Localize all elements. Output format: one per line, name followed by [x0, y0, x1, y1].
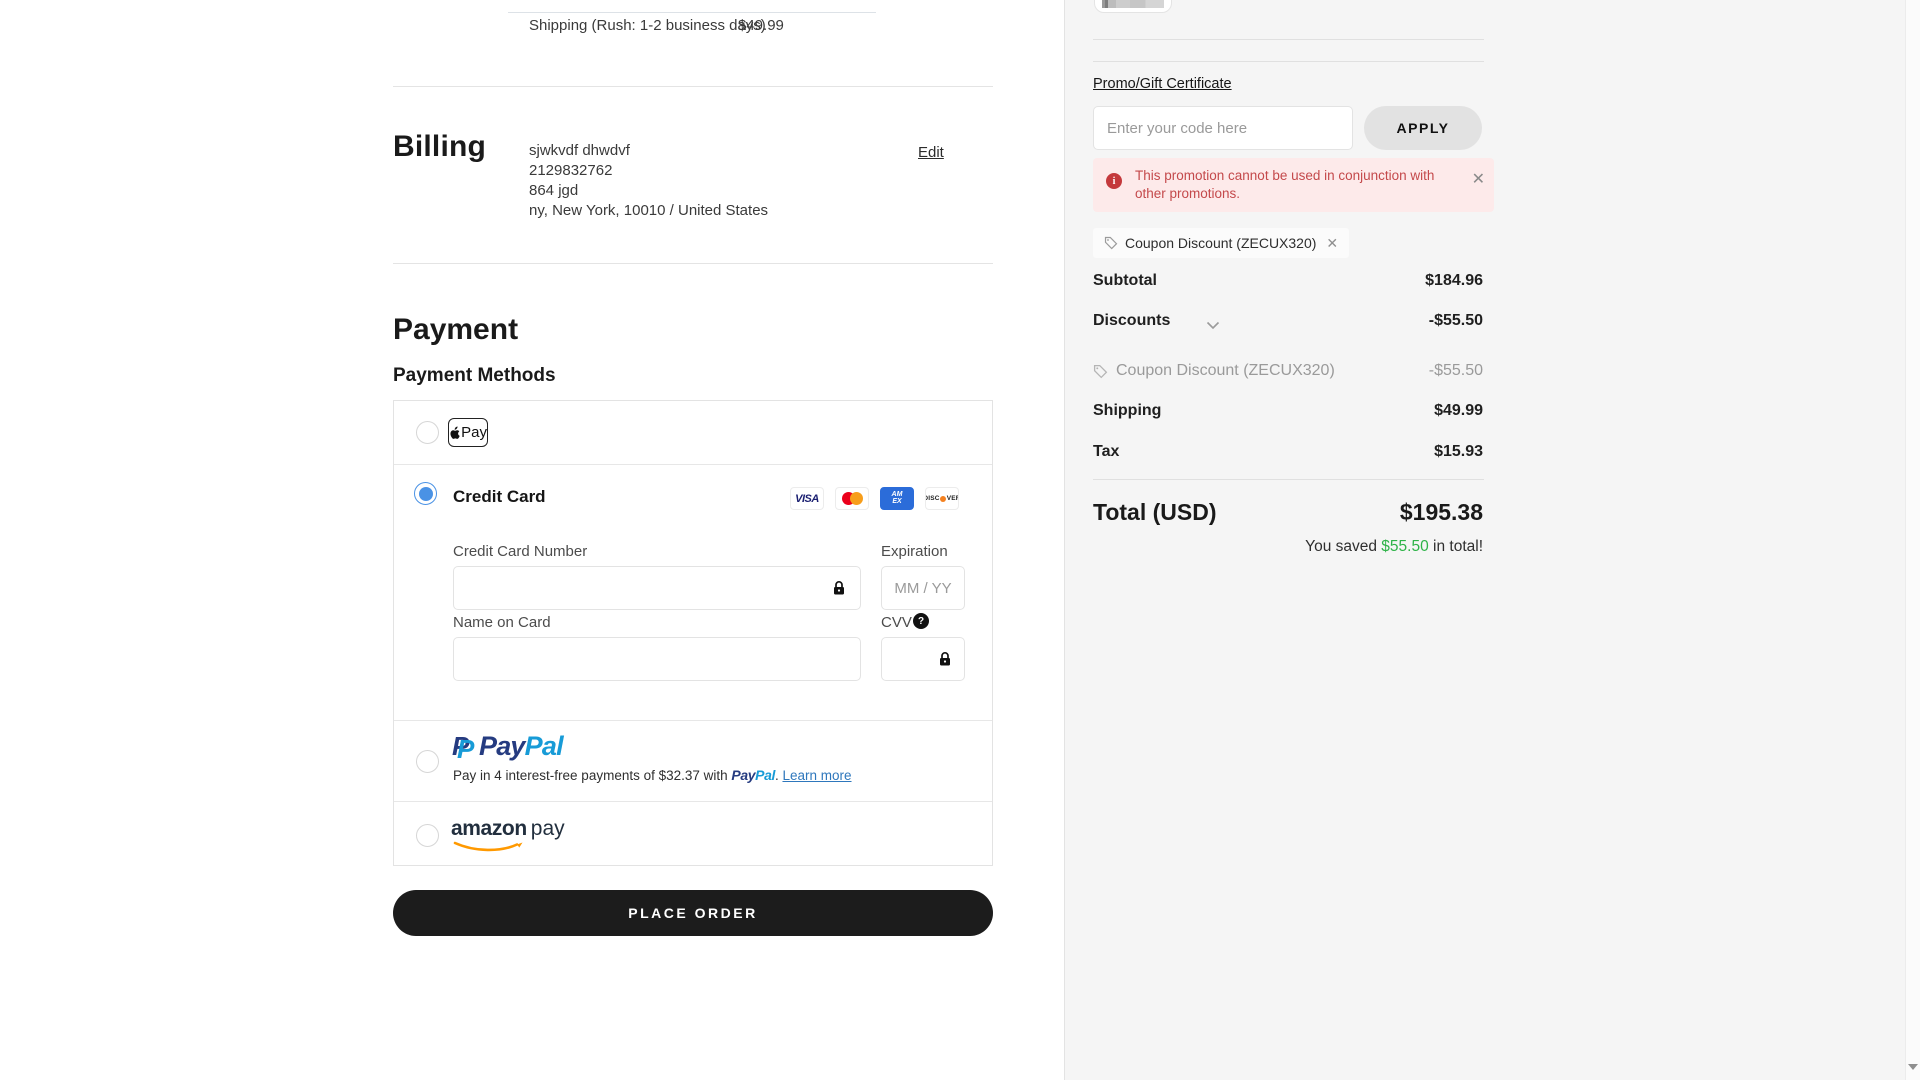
applied-coupon-chip: Coupon Discount (ZECUX320) ✕: [1093, 228, 1349, 258]
cvv-label: CVV: [881, 614, 912, 631]
tag-icon: [1104, 236, 1118, 250]
coupon-chip-label: Coupon Discount (ZECUX320): [1125, 235, 1316, 251]
shipping-value: $49.99: [1434, 402, 1483, 420]
applepay-button-label: Pay: [461, 424, 487, 441]
name-on-card-label: Name on Card: [453, 614, 551, 631]
creditcard-label: Credit Card: [453, 487, 546, 507]
paypal-monogram-icon: P P: [451, 731, 475, 761]
discover-icon: DISCVER: [925, 487, 959, 510]
total-divider: [1093, 479, 1484, 480]
page-scrollbar[interactable]: [1905, 0, 1920, 1080]
billing-bottom-divider: [393, 263, 993, 264]
coupon-discount-row-label: Coupon Discount (ZECUX320): [1093, 362, 1335, 380]
paypal-method-row[interactable]: P P PayPal Pay in 4 interest-free paymen…: [394, 721, 992, 801]
cvv-help-icon[interactable]: ?: [913, 613, 929, 629]
paypal-learn-more-link[interactable]: Learn more: [782, 768, 851, 783]
total-value: $195.38: [1400, 499, 1483, 526]
applepay-method-row[interactable]: Pay: [394, 401, 992, 464]
amazon-smile-icon: [453, 840, 525, 858]
paypal-radio[interactable]: [416, 750, 439, 773]
card-number-label: Credit Card Number: [453, 543, 587, 560]
discounts-value: -$55.50: [1429, 312, 1483, 330]
name-on-card-input[interactable]: [453, 637, 861, 681]
scrollbar-down-arrow-icon[interactable]: [1908, 1064, 1918, 1070]
billing-name: sjwkvdf dhwdvf: [529, 141, 768, 161]
applepay-button[interactable]: Pay: [448, 418, 488, 447]
promo-error-text: This promotion cannot be used in conjunc…: [1135, 167, 1460, 203]
order-review-divider: [508, 12, 876, 13]
visa-icon: VISA: [790, 487, 824, 510]
amex-icon: AMEX: [880, 487, 914, 510]
shipping-label: Shipping: [1093, 402, 1161, 420]
place-order-button[interactable]: PLACE ORDER: [393, 890, 993, 936]
paypal-tagline: Pay in 4 interest-free payments of $32.3…: [453, 767, 852, 783]
sidebar-divider: [1093, 39, 1484, 40]
tag-icon: [1093, 364, 1108, 379]
promo-error-alert: i This promotion cannot be used in conju…: [1093, 158, 1494, 212]
lock-icon: [938, 651, 952, 667]
amazonpay-radio[interactable]: [416, 824, 439, 847]
cart-item-thumbnail: [1094, 0, 1172, 13]
billing-street: 864 jgd: [529, 181, 768, 201]
order-summary-sidebar: Promo/Gift Certificate APPLY i This prom…: [1064, 0, 1905, 1080]
subtotal-label: Subtotal: [1093, 272, 1157, 290]
coupon-discount-row-value: -$55.50: [1429, 362, 1483, 380]
card-number-input[interactable]: [453, 566, 861, 610]
expiration-input[interactable]: [881, 566, 965, 610]
subtotal-value: $184.96: [1425, 272, 1483, 290]
creditcard-method-row: Credit Card VISA AMEX DISCVER Credit Car…: [394, 465, 992, 720]
cvv-input[interactable]: [881, 637, 965, 681]
expiration-label: Expiration: [881, 543, 948, 560]
applepay-radio[interactable]: [416, 421, 439, 444]
creditcard-radio[interactable]: [414, 482, 437, 505]
payment-methods-box: Pay Credit Card VISA AMEX DISCVER Credit…: [393, 400, 993, 866]
svg-text:P: P: [457, 734, 475, 761]
savings-message: You saved $55.50 in total!: [1305, 538, 1483, 556]
billing-top-divider: [393, 86, 993, 87]
amazonpay-logo: amazonpay: [451, 817, 565, 841]
lock-icon: [832, 580, 846, 596]
order-shipping-label: Shipping (Rush: 1-2 business days): [529, 17, 766, 34]
coupon-remove-icon[interactable]: ✕: [1326, 235, 1338, 252]
discounts-chevron-down-icon[interactable]: [1206, 317, 1220, 335]
payment-methods-title: Payment Methods: [393, 365, 556, 387]
discounts-label: Discounts: [1093, 312, 1170, 330]
apply-promo-button[interactable]: APPLY: [1364, 106, 1482, 150]
error-info-icon: i: [1106, 173, 1122, 189]
sidebar-divider: [1093, 61, 1484, 62]
tax-value: $15.93: [1434, 443, 1483, 461]
order-shipping-value: $49.99: [738, 17, 784, 34]
apple-icon: [449, 426, 460, 440]
billing-edit-link[interactable]: Edit: [918, 144, 944, 161]
mastercard-icon: [835, 487, 869, 510]
checkout-page: Shipping (Rush: 1-2 business days) $49.9…: [0, 0, 1920, 1080]
total-label: Total (USD): [1093, 499, 1217, 526]
promo-code-input[interactable]: [1093, 106, 1353, 150]
amazonpay-method-row[interactable]: amazonpay: [394, 802, 992, 866]
error-close-icon[interactable]: ✕: [1472, 172, 1485, 188]
billing-phone: 2129832762: [529, 161, 768, 181]
billing-city-line: ny, New York, 10010 / United States: [529, 201, 768, 221]
savings-amount: $55.50: [1381, 538, 1428, 555]
billing-section-title: Billing: [393, 130, 486, 164]
promo-gift-certificate-link[interactable]: Promo/Gift Certificate: [1093, 76, 1232, 92]
billing-address-block: sjwkvdf dhwdvf 2129832762 864 jgd ny, Ne…: [529, 141, 768, 221]
tax-label: Tax: [1093, 443, 1119, 461]
paypal-logo: P P PayPal: [451, 731, 563, 762]
card-brand-icons: VISA AMEX DISCVER: [790, 487, 959, 510]
payment-section-title: Payment: [393, 313, 518, 347]
